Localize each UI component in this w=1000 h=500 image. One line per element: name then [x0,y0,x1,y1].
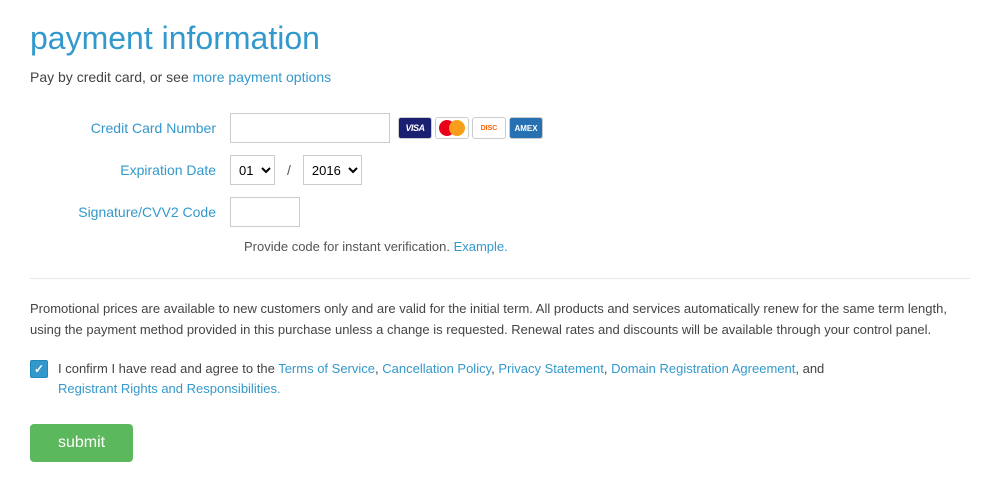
cvv-example-link[interactable]: Example. [454,239,508,254]
cancellation-link[interactable]: Cancellation Policy [382,361,491,376]
cvv-label: Signature/CVV2 Code [30,204,230,220]
cvv-row: Signature/CVV2 Code [30,197,970,227]
tos-link[interactable]: Terms of Service [278,361,375,376]
amex-icon: AMEX [509,117,543,139]
cvv-hint: Provide code for instant verification. E… [230,239,970,254]
credit-card-label: Credit Card Number [30,120,230,136]
expiry-year-select[interactable]: 2016201720182019202020212022202320242025 [303,155,362,185]
discover-icon: DISC [472,117,506,139]
expiry-separator: / [287,162,291,178]
domain-reg-link[interactable]: Domain Registration Agreement [611,361,795,376]
subtitle-text: Pay by credit card, or see [30,69,189,85]
payment-form: Credit Card Number VISA DISC AMEX Expira… [30,113,970,254]
page-title: payment information [30,20,970,57]
registrant-rights-link[interactable]: Registrant Rights and Responsibilities. [58,381,281,396]
agreement-text: I confirm I have read and agree to the T… [58,359,824,401]
expiration-controls: 010203040506070809101112 / 2016201720182… [230,155,362,185]
visa-icon: VISA [398,117,432,139]
subtitle: Pay by credit card, or see more payment … [30,69,970,85]
cvv-hint-text: Provide code for instant verification. [244,239,450,254]
mastercard-icon [435,117,469,139]
card-icons: VISA DISC AMEX [398,117,543,139]
credit-card-controls: VISA DISC AMEX [230,113,543,143]
cvv-input[interactable] [230,197,300,227]
agreement-row: I confirm I have read and agree to the T… [30,359,970,401]
cvv-controls [230,197,300,227]
submit-button[interactable]: submit [30,424,133,462]
expiration-row: Expiration Date 010203040506070809101112… [30,155,970,185]
privacy-link[interactable]: Privacy Statement [498,361,604,376]
credit-card-input[interactable] [230,113,390,143]
promo-text: Promotional prices are available to new … [30,278,970,341]
expiration-label: Expiration Date [30,162,230,178]
expiry-month-select[interactable]: 010203040506070809101112 [230,155,275,185]
more-payment-options-link[interactable]: more payment options [193,69,332,85]
credit-card-row: Credit Card Number VISA DISC AMEX [30,113,970,143]
agree-prefix: I confirm I have read and agree to the [58,361,275,376]
agree-checkbox[interactable] [30,360,48,378]
